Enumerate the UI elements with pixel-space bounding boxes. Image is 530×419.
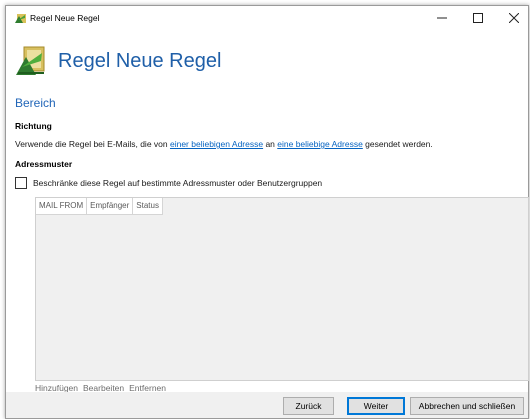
list-header: MAIL FROM Empfänger Status — [36, 198, 163, 215]
cancel-and-close-button[interactable]: Abbrechen und schließen — [410, 397, 524, 415]
richtung-description: Verwende die Regel bei E-Mails, die von … — [15, 139, 433, 149]
back-button[interactable]: Zurück — [283, 397, 334, 415]
column-header-empfaenger[interactable]: Empfänger — [87, 198, 134, 214]
sender-address-link[interactable]: einer beliebigen Adresse — [170, 139, 263, 149]
restrict-rule-option[interactable]: Beschränke diese Regel auf bestimmte Adr… — [15, 177, 322, 189]
richtung-text-after: gesendet werden. — [362, 139, 433, 149]
address-pattern-list[interactable]: MAIL FROM Empfänger Status — [35, 197, 529, 381]
richtung-text-middle: an — [263, 139, 278, 149]
dialog-window: Regel Neue Regel Regel Neue Regel Bereic… — [5, 5, 529, 419]
app-icon — [14, 12, 27, 24]
richtung-label: Richtung — [15, 121, 52, 131]
close-button[interactable] — [496, 6, 530, 30]
recipient-address-link[interactable]: eine beliebige Adresse — [277, 139, 363, 149]
minimize-button[interactable] — [424, 6, 460, 30]
next-button[interactable]: Weiter — [347, 397, 405, 415]
maximize-icon — [473, 13, 483, 23]
rule-wizard-icon — [14, 43, 48, 77]
column-header-status[interactable]: Status — [133, 198, 163, 214]
restrict-rule-checkbox[interactable] — [15, 177, 27, 189]
window-title: Regel Neue Regel — [30, 13, 100, 23]
maximize-button[interactable] — [460, 6, 496, 30]
adressmuster-label: Adressmuster — [15, 159, 73, 169]
richtung-text-before: Verwende die Regel bei E-Mails, die von — [15, 139, 170, 149]
dialog-footer: Zurück Weiter Abbrechen und schließen — [6, 392, 528, 418]
title-bar[interactable]: Regel Neue Regel — [6, 6, 528, 30]
restrict-rule-checkbox-label: Beschränke diese Regel auf bestimmte Adr… — [33, 178, 323, 188]
page-title: Regel Neue Regel — [58, 50, 222, 72]
minimize-icon — [437, 17, 447, 19]
section-heading-bereich: Bereich — [15, 96, 56, 110]
close-icon — [509, 13, 519, 23]
column-header-mail-from[interactable]: MAIL FROM — [36, 198, 88, 214]
